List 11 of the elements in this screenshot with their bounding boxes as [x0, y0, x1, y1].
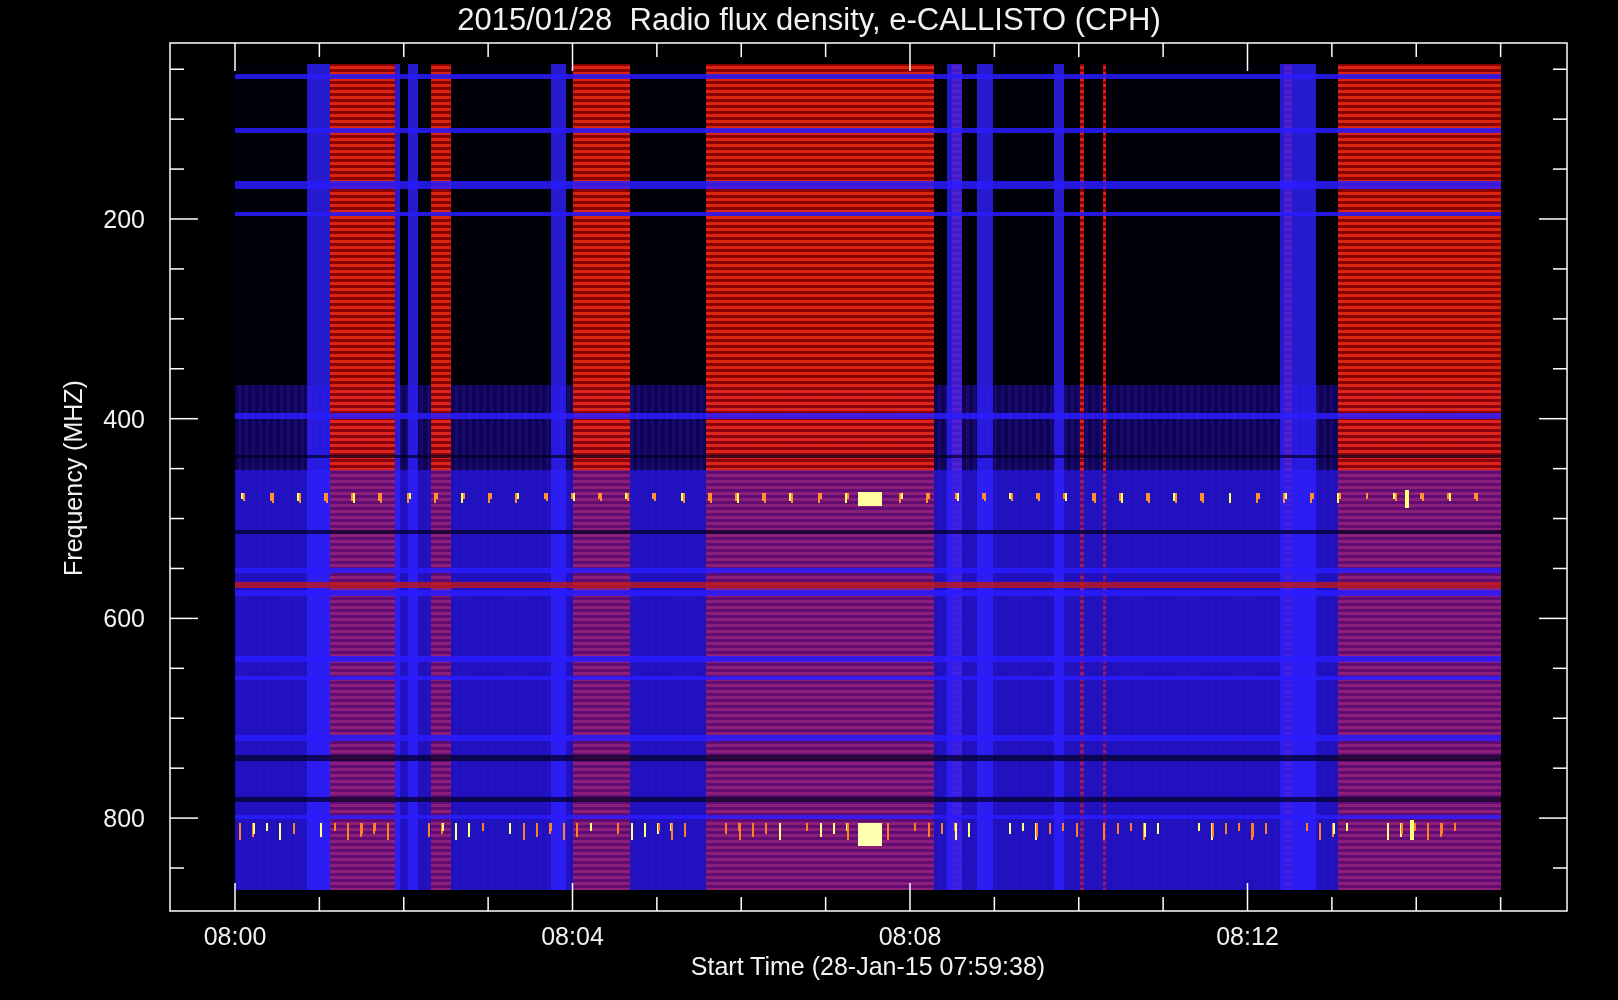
y-tick-label: 200 — [103, 205, 145, 233]
plot-title: 2015/01/28 Radio flux density, e-CALLISTO (CPH) — [457, 2, 1161, 37]
x-tick-label: 08:00 — [203, 922, 267, 950]
x-tick-label: 08:08 — [878, 922, 942, 950]
x-axis-label: Start Time (28-Jan-15 07:59:38) — [690, 952, 1046, 980]
x-tick-label: 08:04 — [541, 922, 604, 950]
y-tick-label: 800 — [103, 804, 145, 833]
x-tick-label: 08:12 — [1216, 922, 1279, 950]
y-tick-label: 600 — [103, 604, 145, 633]
y-axis-label: Frequency (MHZ) — [59, 380, 87, 576]
y-tick-label: 400 — [103, 404, 145, 433]
